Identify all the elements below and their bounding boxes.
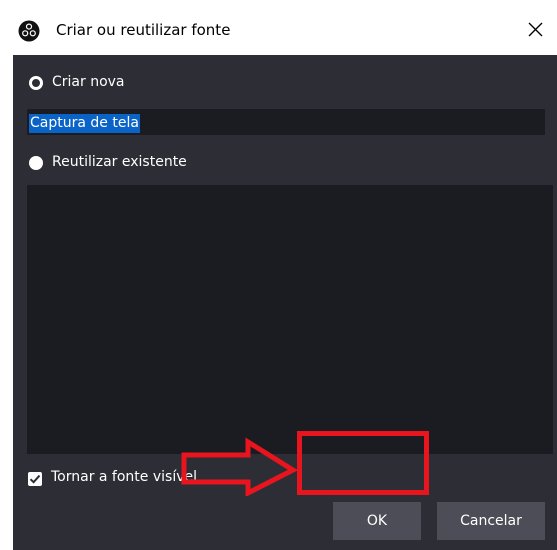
arrow-right-icon xyxy=(181,437,299,496)
source-name-input[interactable]: Captura de tela xyxy=(27,109,545,135)
create-new-radio[interactable] xyxy=(29,76,43,90)
existing-sources-list[interactable] xyxy=(27,185,553,454)
highlight-box xyxy=(297,431,429,495)
dialog-window: Criar ou reutilizar fonte Criar nova Cap… xyxy=(0,0,557,550)
close-icon xyxy=(528,22,543,37)
create-new-label[interactable]: Criar nova xyxy=(52,74,125,90)
source-name-value[interactable]: Captura de tela xyxy=(29,114,140,133)
reuse-existing-radio[interactable] xyxy=(29,156,43,170)
check-icon xyxy=(29,474,41,484)
title-bar: Criar ou reutilizar fonte xyxy=(0,0,557,55)
cancel-button[interactable]: Cancelar xyxy=(437,502,545,540)
visible-checkbox[interactable] xyxy=(28,472,42,486)
reuse-existing-label[interactable]: Reutilizar existente xyxy=(52,154,187,170)
obs-icon xyxy=(18,20,40,42)
window-title: Criar ou reutilizar fonte xyxy=(56,21,231,39)
ok-button[interactable]: OK xyxy=(333,502,421,540)
close-button[interactable] xyxy=(521,14,551,44)
